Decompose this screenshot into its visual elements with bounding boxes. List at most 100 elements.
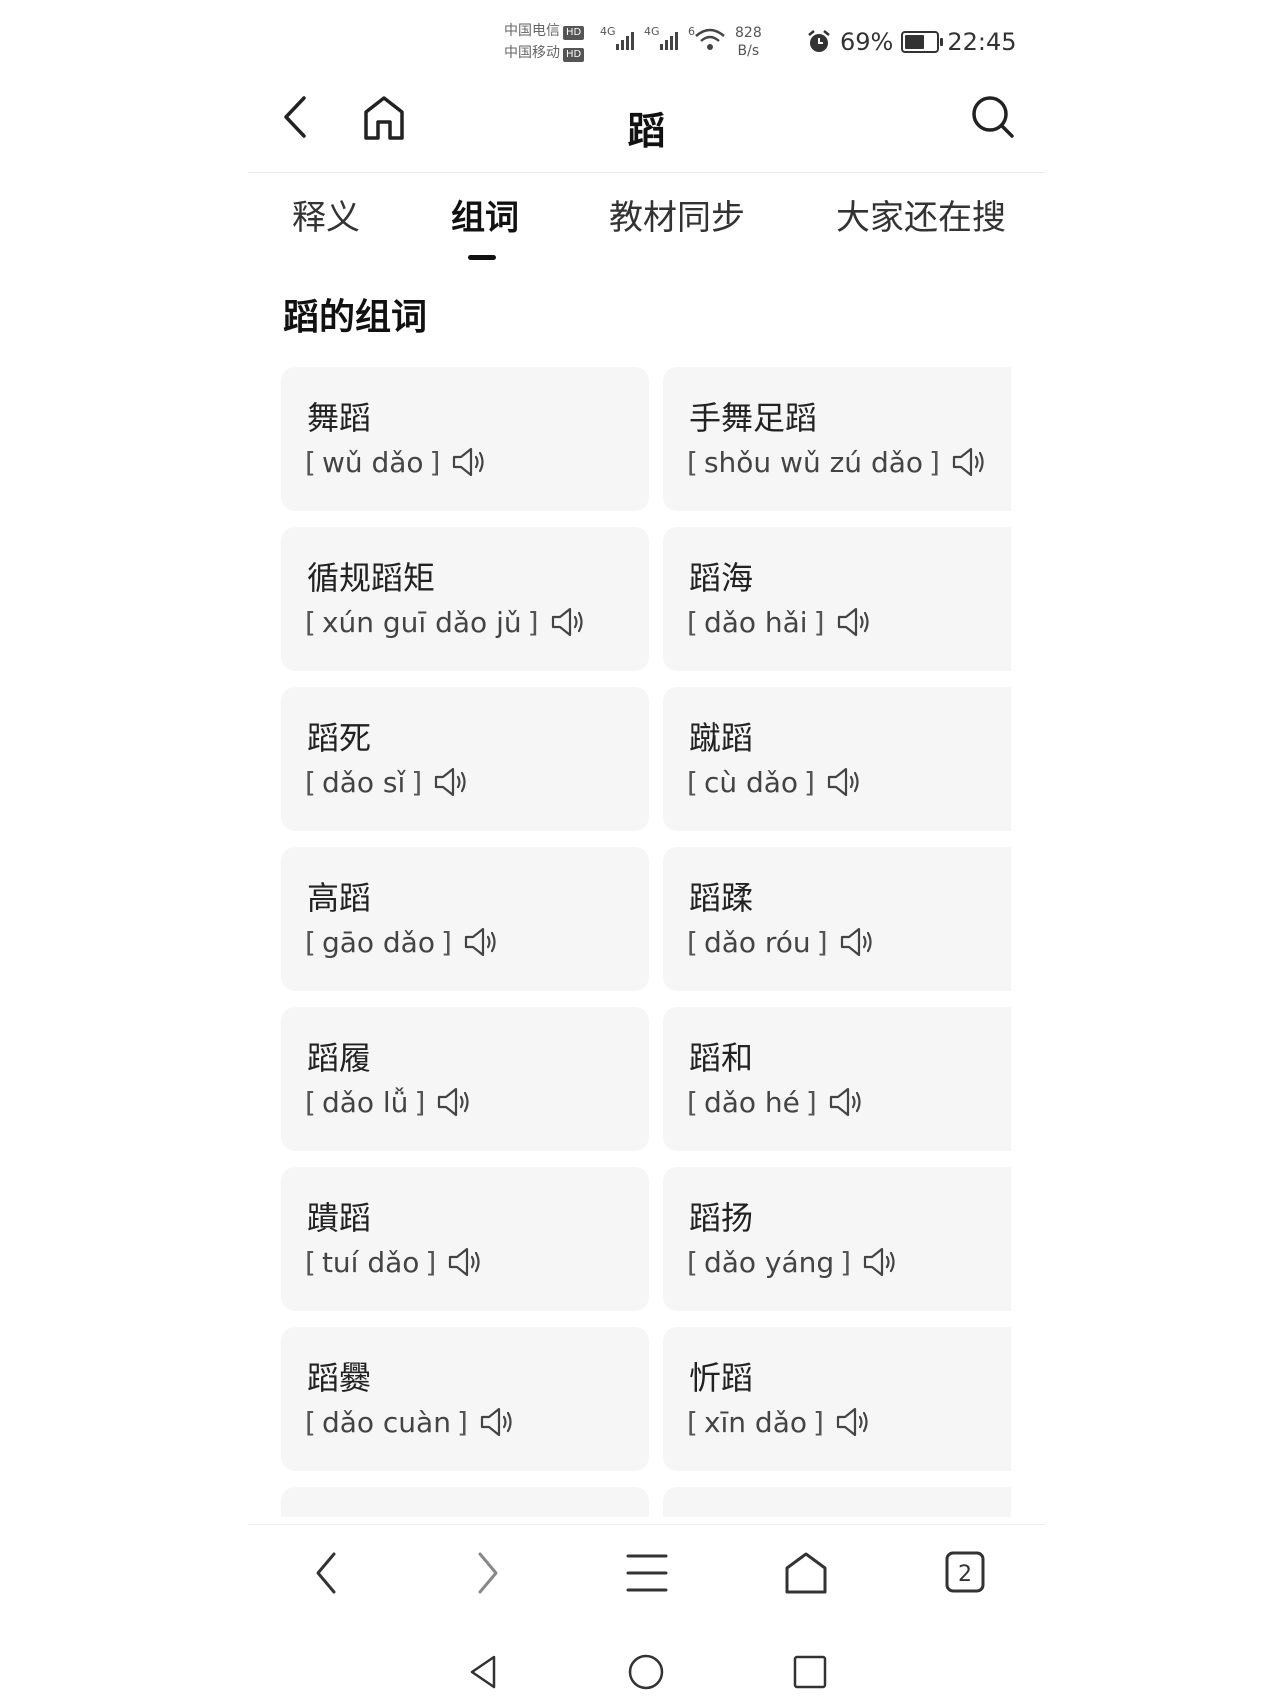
bracket-open: [ [687,925,698,959]
word-card[interactable]: 蹈爨 [dǎo cuàn] [281,1327,649,1471]
tab-textbook-sync[interactable]: 教材同步 [609,190,745,239]
nav-back-icon[interactable] [466,1652,502,1692]
bracket-close: ] [813,1405,824,1439]
bracket-close: ] [840,1245,852,1279]
pinyin-text: dǎo hǎi [703,605,808,639]
tab-count: 2 [958,1562,972,1587]
svg-text:6: 6 [688,25,695,38]
page-title: 蹈 [627,109,666,153]
nav-recents-icon[interactable] [790,1652,830,1692]
bracket-open: [ [687,1405,698,1439]
pinyin-text: dǎo sǐ [321,765,406,799]
bracket-close: ] [804,765,815,799]
alarm-icon [808,30,830,52]
word-card[interactable]: 蹪蹈 [tuí dǎo] [281,1167,649,1311]
speaker-icon[interactable] [834,1405,874,1439]
tab-definition[interactable]: 释义 [292,190,360,239]
bracket-close: ] [429,445,441,479]
bracket-close: ] [805,1085,817,1119]
back-icon[interactable] [310,1550,344,1596]
speaker-icon[interactable] [861,1245,901,1279]
word-card[interactable]: 蹈海 [dǎo hǎi] [663,527,1011,671]
speaker-icon[interactable] [838,925,878,959]
word-card[interactable]: 蹈和 [dǎo hé] [663,1007,1011,1151]
pinyin-text: dǎo yáng [703,1245,835,1279]
pinyin-row: [gāo dǎo] [305,925,502,959]
speaker-icon[interactable] [549,605,589,639]
speaker-icon[interactable] [462,925,502,959]
pinyin-text: shǒu wǔ zú dǎo [703,445,924,479]
bracket-close: ] [929,445,940,479]
bracket-open: [ [305,765,316,799]
speaker-icon[interactable] [950,445,990,479]
word-card[interactable]: 蹴蹈 [cù dǎo] [663,687,1011,831]
word-card-partial[interactable] [281,1487,649,1517]
svg-text:4G: 4G [600,25,616,38]
search-icon[interactable] [970,92,1018,142]
word-text: 舞蹈 [307,399,372,437]
word-card[interactable]: 忻蹈 [xīn dǎo] [663,1327,1011,1471]
system-nav-bar [248,1640,1045,1706]
word-card[interactable]: 蹈蹂 [dǎo róu] [663,847,1011,991]
cell-signal-icon: 4G [600,25,634,50]
pinyin-text: dǎo lǚ [321,1085,409,1119]
word-card[interactable]: 蹈扬 [dǎo yáng] [663,1167,1011,1311]
pinyin-text: gāo dǎo [321,925,435,959]
bracket-close: ] [425,1245,437,1279]
tab-word-group[interactable]: 组词 [451,190,519,239]
pinyin-row: [shǒu wǔ zú dǎo] [687,445,990,479]
tabs-icon[interactable]: 2 [944,1550,986,1596]
word-text: 循规蹈矩 [307,559,436,597]
pinyin-text: dǎo cuàn [321,1405,451,1439]
tab-bar: 释义 组词 教材同步 大家还在搜 [248,178,1045,268]
bracket-open: [ [305,1405,316,1439]
network-speed: 828 B/s [735,24,762,60]
tab-others-searching[interactable]: 大家还在搜 [836,190,1006,239]
bracket-open: [ [687,1245,698,1279]
hd-badge: HD [563,26,585,40]
speed-value: 828 [735,25,762,41]
bracket-close: ] [411,765,423,799]
word-text: 蹈和 [689,1039,754,1077]
pinyin-row: [tuí dǎo] [305,1245,486,1279]
section-title: 蹈的组词 [283,297,428,338]
word-card[interactable]: 循规蹈矩 [xún guī dǎo jǔ] [281,527,649,671]
bracket-open: [ [687,445,698,479]
speaker-icon[interactable] [446,1245,486,1279]
nav-home-icon[interactable] [626,1652,666,1692]
word-card[interactable]: 蹈履 [dǎo lǚ] [281,1007,649,1151]
word-card[interactable]: 舞蹈 [wǔ dǎo] [281,367,649,511]
bracket-open: [ [305,1245,316,1279]
word-card-partial[interactable] [663,1487,1011,1517]
pinyin-text: dǎo róu [703,925,811,959]
speaker-icon[interactable] [835,605,875,639]
bracket-open: [ [687,765,698,799]
word-card[interactable]: 蹈死 [dǎo sǐ] [281,687,649,831]
active-tab-indicator [468,255,496,260]
pinyin-text: xīn dǎo [703,1405,807,1439]
hd-badge: HD [563,48,585,62]
word-text: 蹈扬 [689,1199,754,1237]
bracket-close: ] [414,1085,426,1119]
pinyin-row: [xīn dǎo] [687,1405,874,1439]
forward-icon[interactable] [470,1550,504,1596]
speaker-icon[interactable] [435,1085,475,1119]
home-icon[interactable] [783,1550,829,1596]
bracket-close: ] [456,1405,468,1439]
cell-signal-icon: 4G [644,25,678,50]
menu-icon[interactable] [626,1550,668,1596]
bracket-open: [ [305,925,316,959]
word-card[interactable]: 手舞足蹈 [shǒu wǔ zú dǎo] [663,367,1011,511]
pinyin-row: [dǎo cuàn] [305,1405,518,1439]
word-text: 手舞足蹈 [689,399,818,437]
speaker-icon[interactable] [450,445,490,479]
speaker-icon[interactable] [825,765,865,799]
word-card[interactable]: 高蹈 [gāo dǎo] [281,847,649,991]
speaker-icon[interactable] [432,765,472,799]
speaker-icon[interactable] [478,1405,518,1439]
bracket-close: ] [527,605,539,639]
phone-screen: 中国电信 HD 中国移动 HD 4G 4G 6 828 B/s 69% 22:4… [248,0,1045,1706]
word-text: 蹈蹂 [689,879,754,917]
word-text: 蹈履 [307,1039,372,1077]
speaker-icon[interactable] [827,1085,867,1119]
